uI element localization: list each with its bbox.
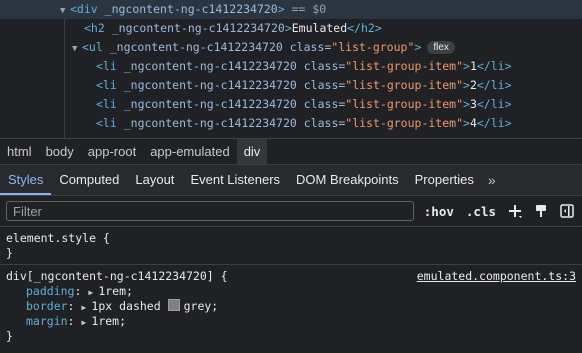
tab-properties[interactable]: Properties — [407, 165, 482, 195]
breadcrumb-html[interactable]: html — [0, 139, 39, 164]
hov-toggle-button[interactable]: :hov — [422, 204, 456, 219]
toggle-sidebar-icon[interactable] — [558, 202, 576, 220]
tree-node-li[interactable]: <li _ngcontent-ng-c1412234720 class="lis… — [0, 95, 582, 114]
rule-selector[interactable]: div[_ngcontent-ng-c1412234720] { — [6, 269, 228, 283]
expand-arrow-icon[interactable]: ▶ — [81, 315, 91, 330]
element-style-selector[interactable]: element.style { — [6, 231, 576, 246]
tree-node-ul[interactable]: ▼ <ul _ngcontent-ng-c1412234720 class="li… — [0, 38, 582, 57]
element-style-rule[interactable]: element.style { } — [0, 227, 582, 265]
elements-tree: ▼ <div _ngcontent-ng-c1412234720> == $0 <… — [0, 0, 582, 138]
breadcrumb-app-root[interactable]: app-root — [81, 139, 143, 164]
tree-node-h2[interactable]: <h2 _ngcontent-ng-c1412234720>Emulated</… — [0, 19, 582, 38]
expand-arrow-icon[interactable]: ▶ — [81, 300, 91, 315]
tree-node-div[interactable]: ▼ <div _ngcontent-ng-c1412234720> == $0 — [0, 0, 582, 19]
breadcrumb-app-emulated[interactable]: app-emulated — [143, 139, 237, 164]
tab-computed[interactable]: Computed — [51, 165, 127, 195]
css-rule: emulated.component.ts:3 div[_ngcontent-n… — [6, 269, 576, 343]
cls-toggle-button[interactable]: .cls — [464, 204, 498, 219]
tab-event-listeners[interactable]: Event Listeners — [182, 165, 288, 195]
tree-node-li[interactable]: <li _ngcontent-ng-c1412234720 class="lis… — [0, 114, 582, 133]
more-tabs-chevron-icon[interactable]: » — [482, 165, 502, 195]
source-link[interactable]: emulated.component.ts:3 — [417, 269, 576, 284]
new-style-rule-plus-icon[interactable] — [506, 202, 524, 220]
color-swatch-icon[interactable] — [167, 299, 180, 311]
breadcrumb-body[interactable]: body — [39, 139, 81, 164]
tab-dom-breakpoints[interactable]: DOM Breakpoints — [288, 165, 407, 195]
tree-node-li[interactable]: <li _ngcontent-ng-c1412234720 class="lis… — [0, 57, 582, 76]
styles-toolbar: :hov .cls — [0, 196, 582, 227]
expand-arrow-icon[interactable]: ▶ — [88, 285, 98, 300]
tab-layout[interactable]: Layout — [127, 165, 182, 195]
tab-styles[interactable]: Styles — [0, 165, 52, 195]
flex-badge[interactable]: flex — [427, 41, 455, 54]
css-property-margin[interactable]: margin: ▶ 1rem; — [6, 314, 576, 329]
css-property-padding[interactable]: padding: ▶ 1rem; — [6, 284, 576, 299]
paint-brush-icon[interactable] — [532, 202, 550, 220]
styles-pane: element.style { } emulated.component.ts:… — [0, 227, 582, 347]
sidebar-tabs: Styles Computed Layout Event Listeners D… — [0, 165, 582, 196]
tree-node-li[interactable]: <li _ngcontent-ng-c1412234720 class="lis… — [0, 76, 582, 95]
breadcrumb-div[interactable]: div — [236, 139, 268, 164]
breadcrumb: html body app-root app-emulated div — [0, 138, 582, 165]
filter-input[interactable] — [6, 201, 414, 221]
css-property-border[interactable]: border: ▶ 1px dashed grey; — [6, 299, 576, 314]
